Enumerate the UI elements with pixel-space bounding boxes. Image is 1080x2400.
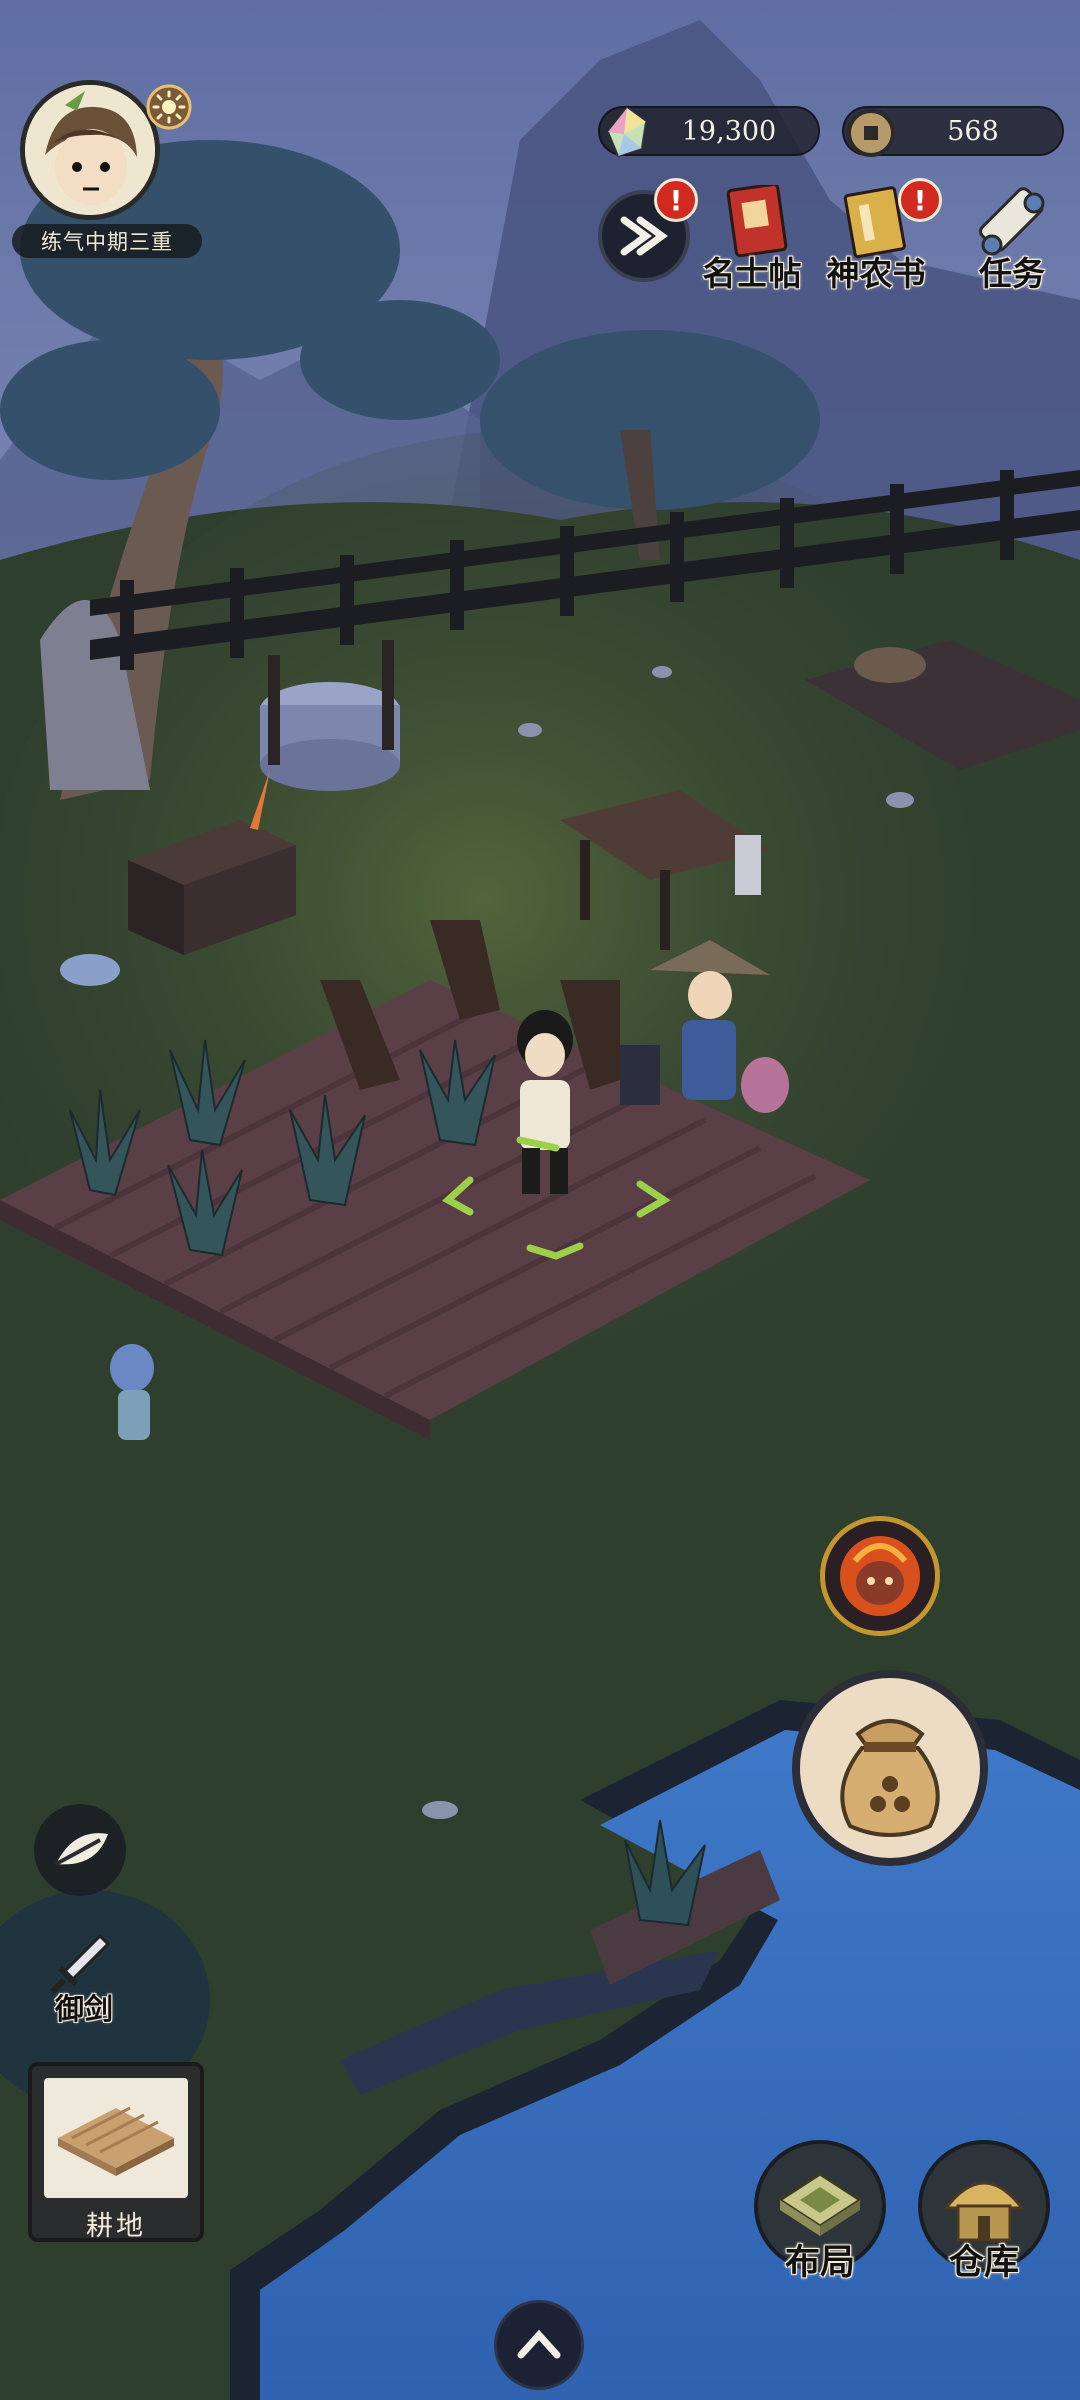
chevron-up-icon [517, 2329, 561, 2359]
tasks-button[interactable]: 任务 [952, 185, 1072, 295]
pine-foliage-3 [0, 340, 220, 480]
farm-scene [0, 0, 1080, 2400]
scholar-card-label: 名士帖 [702, 254, 802, 293]
sword-flight-button[interactable]: 御剑 [34, 1930, 134, 2040]
copper-coin-counter[interactable]: 568 [842, 106, 1064, 157]
realm-label: 练气中期三重 [12, 224, 202, 258]
spirit-stone-counter[interactable]: 19,300 [598, 106, 820, 158]
flower-pot [60, 954, 120, 986]
farmland-preview [44, 2078, 188, 2198]
avatar-portrait [25, 85, 155, 215]
farmland-tool-card[interactable]: 耕地 [28, 2062, 204, 2242]
copper-coin-value: 568 [947, 115, 999, 147]
avatar[interactable] [20, 80, 160, 220]
layout-label: 布局 [784, 2242, 855, 2283]
fire-spirit-button[interactable] [820, 1516, 940, 1636]
copper-coin-icon [847, 109, 895, 157]
spirit-stone-icon [606, 106, 648, 158]
tasks-label: 任务 [979, 254, 1045, 293]
leaf-toggle-button[interactable] [34, 1804, 126, 1896]
shennong-book-alert-badge: ! [898, 178, 942, 222]
spirit-stone-value: 19,300 [681, 115, 777, 147]
fire-spirit-icon [840, 1536, 920, 1616]
seed-bag-icon [840, 1719, 940, 1837]
warehouse-label: 仓库 [948, 2242, 1019, 2283]
player-avatar[interactable]: 练气中期三重 [12, 80, 202, 258]
farmland-label: 耕地 [86, 2211, 146, 2242]
expand-up-button[interactable] [494, 2300, 584, 2390]
sun-icon [146, 84, 192, 130]
layout-button[interactable]: 布局 [750, 2140, 890, 2290]
farmland-icon [58, 2106, 174, 2176]
leaf-icon [55, 1833, 108, 1866]
scholar-card-button[interactable]: 名士帖 [692, 182, 812, 295]
seed-bag-button[interactable] [792, 1670, 988, 1866]
shennong-book-label: 神农书 [826, 254, 926, 293]
warehouse-button[interactable]: 仓库 [914, 2140, 1054, 2290]
barrel [854, 647, 926, 683]
pine-foliage-2 [300, 300, 500, 420]
sword-flight-label: 御剑 [54, 1992, 113, 2026]
